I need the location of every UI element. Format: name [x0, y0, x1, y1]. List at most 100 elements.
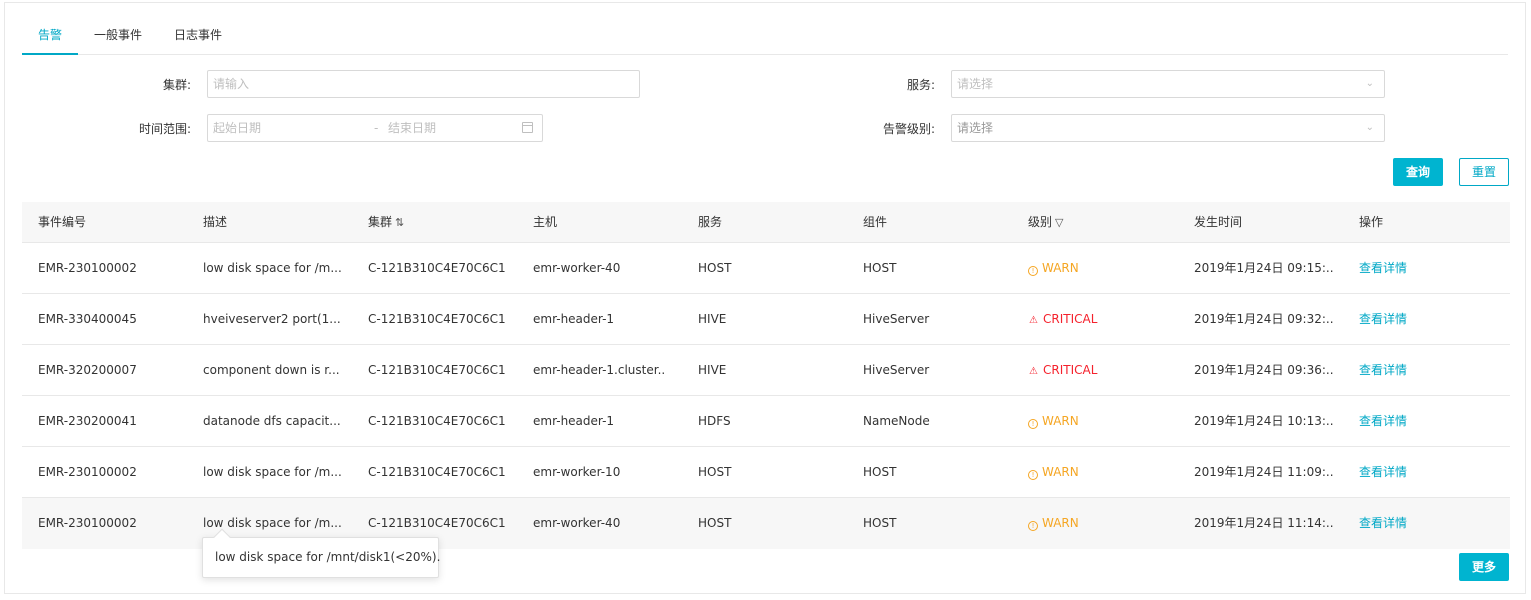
time-cell: 2019年1月24日 09:36:...: [1194, 363, 1334, 377]
cluster-label: 集群:: [162, 78, 191, 92]
level-cell: ⚠ CRITICAL: [1028, 345, 1178, 397]
table-row[interactable]: EMR-230100002 low disk space for /m... C-1…: [22, 243, 1510, 294]
warning-circle-icon: !: [1028, 470, 1038, 480]
service-cell: HOST: [698, 465, 732, 479]
event-id-cell: EMR-230100002: [38, 261, 137, 275]
level-cell: ! WARN: [1028, 498, 1178, 548]
alert-level-placeholder: 请选择: [957, 121, 994, 135]
column-header-action: 操作: [1359, 215, 1384, 229]
end-date-placeholder: 结束日期: [388, 121, 437, 135]
calendar-icon: [522, 122, 533, 133]
service-cell: HOST: [698, 261, 732, 275]
alert-level-label: 告警级别:: [882, 122, 935, 136]
level-text: WARN: [1042, 261, 1079, 275]
view-details-link[interactable]: 查看详情: [1359, 243, 1459, 293]
level-text: WARN: [1042, 465, 1079, 479]
component-cell: NameNode: [863, 414, 930, 428]
level-cell: ! WARN: [1028, 396, 1178, 446]
view-details-link[interactable]: 查看详情: [1359, 345, 1459, 395]
alerts-panel: 告警 一般事件 日志事件 集群: 请输入 服务: 请选择 ⌄ 时间范围: 起始日…: [4, 2, 1526, 594]
cluster-cell: C-121B310C4E70C6C1: [368, 261, 506, 275]
column-header-service: 服务: [698, 215, 723, 229]
component-cell: HiveServer: [863, 312, 930, 326]
time-cell: 2019年1月24日 09:32:...: [1194, 312, 1334, 326]
view-details-link[interactable]: 查看详情: [1359, 447, 1459, 497]
warning-circle-icon: !: [1028, 521, 1038, 531]
component-cell: HiveServer: [863, 363, 930, 377]
description-tooltip: low disk space for /mnt/disk1(<20%).: [202, 537, 440, 578]
filter-icon[interactable]: ▽: [1055, 203, 1063, 243]
sort-icon[interactable]: ⇅: [395, 203, 404, 243]
tab-alerts[interactable]: 告警: [22, 21, 78, 55]
host-cell: emr-header-1: [533, 414, 615, 428]
service-cell: HDFS: [698, 414, 731, 428]
time-cell: 2019年1月24日 10:13:...: [1194, 414, 1334, 428]
column-header-level-label: 级别: [1028, 215, 1053, 229]
service-cell: HOST: [698, 516, 732, 530]
service-cell: HIVE: [698, 312, 727, 326]
tab-general-events[interactable]: 一般事件: [94, 21, 142, 55]
view-details-link[interactable]: 查看详情: [1359, 498, 1459, 548]
column-header-level[interactable]: 级别 ▽: [1028, 202, 1178, 243]
column-header-event-id: 事件编号: [38, 215, 87, 229]
host-cell: emr-worker-40: [533, 261, 621, 275]
alert-level-select[interactable]: 请选择 ⌄: [951, 114, 1385, 142]
critical-triangle-icon: ⚠: [1029, 366, 1038, 377]
cluster-cell: C-121B310C4E70C6C1: [368, 414, 506, 428]
table-row[interactable]: EMR-320200007 component down is r... C-121…: [22, 345, 1510, 396]
cluster-cell: C-121B310C4E70C6C1: [368, 465, 506, 479]
column-header-cluster[interactable]: 集群 ⇅: [368, 202, 518, 243]
event-id-cell: EMR-230100002: [38, 465, 137, 479]
start-date-placeholder: 起始日期: [213, 121, 262, 135]
time-cell: 2019年1月24日 11:09:...: [1194, 465, 1334, 479]
cluster-cell: C-121B310C4E70C6C1: [368, 363, 506, 377]
date-separator: -: [374, 121, 379, 135]
table-row[interactable]: EMR-330400045 hveiveserver2 port(1... C-12…: [22, 294, 1510, 345]
host-cell: emr-header-1: [533, 312, 615, 326]
more-button[interactable]: 更多: [1459, 553, 1509, 581]
event-tabs: 告警 一般事件 日志事件: [22, 21, 1508, 55]
table-header: 事件编号 描述 集群 ⇅ 主机 服务 组件 级别 ▽ 发生时间 操作: [22, 202, 1510, 243]
time-range-label: 时间范围:: [138, 122, 191, 136]
chevron-down-icon: ⌄: [1365, 78, 1374, 89]
component-cell: HOST: [863, 465, 897, 479]
reset-button[interactable]: 重置: [1459, 158, 1509, 186]
component-cell: HOST: [863, 261, 897, 275]
host-cell: emr-header-1.cluster...: [533, 363, 665, 377]
warning-circle-icon: !: [1028, 266, 1038, 276]
time-cell: 2019年1月24日 11:14:...: [1194, 516, 1334, 530]
event-id-cell: EMR-320200007: [38, 363, 137, 377]
service-select[interactable]: 请选择 ⌄: [951, 70, 1385, 98]
tab-log-events[interactable]: 日志事件: [172, 21, 224, 55]
event-id-cell: EMR-230200041: [38, 414, 137, 428]
query-button[interactable]: 查询: [1393, 158, 1443, 186]
view-details-link[interactable]: 查看详情: [1359, 294, 1459, 344]
description-cell[interactable]: hveiveserver2 port(1...: [203, 294, 343, 344]
cluster-cell: C-121B310C4E70C6C1: [368, 312, 506, 326]
service-label: 服务:: [906, 78, 935, 92]
alerts-table: 事件编号 描述 集群 ⇅ 主机 服务 组件 级别 ▽ 发生时间 操作 EMR-230…: [22, 202, 1510, 549]
warning-circle-icon: !: [1028, 419, 1038, 429]
description-cell[interactable]: component down is r...: [203, 345, 343, 395]
column-header-host: 主机: [533, 215, 558, 229]
level-cell: ! WARN: [1028, 447, 1178, 497]
level-text: CRITICAL: [1043, 312, 1098, 326]
event-id-cell: EMR-330400045: [38, 312, 137, 326]
cluster-input-placeholder: 请输入: [213, 77, 250, 91]
description-cell[interactable]: low disk space for /m...: [203, 447, 343, 497]
description-cell[interactable]: low disk space for /m...: [203, 243, 343, 293]
component-cell: HOST: [863, 516, 897, 530]
level-cell: ⚠ CRITICAL: [1028, 294, 1178, 346]
table-body: EMR-230100002 low disk space for /m... C-1…: [22, 243, 1510, 549]
host-cell: emr-worker-10: [533, 465, 621, 479]
chevron-down-icon: ⌄: [1365, 122, 1374, 133]
level-text: CRITICAL: [1043, 363, 1098, 377]
date-range-picker[interactable]: 起始日期 - 结束日期: [207, 114, 543, 142]
service-select-placeholder: 请选择: [957, 77, 994, 91]
critical-triangle-icon: ⚠: [1029, 315, 1038, 326]
table-row[interactable]: EMR-230100002 low disk space for /m... C-1…: [22, 447, 1510, 498]
description-cell[interactable]: datanode dfs capacit...: [203, 396, 343, 446]
view-details-link[interactable]: 查看详情: [1359, 396, 1459, 446]
table-row[interactable]: EMR-230200041 datanode dfs capacit... C-12…: [22, 396, 1510, 447]
cluster-input[interactable]: 请输入: [207, 70, 640, 98]
